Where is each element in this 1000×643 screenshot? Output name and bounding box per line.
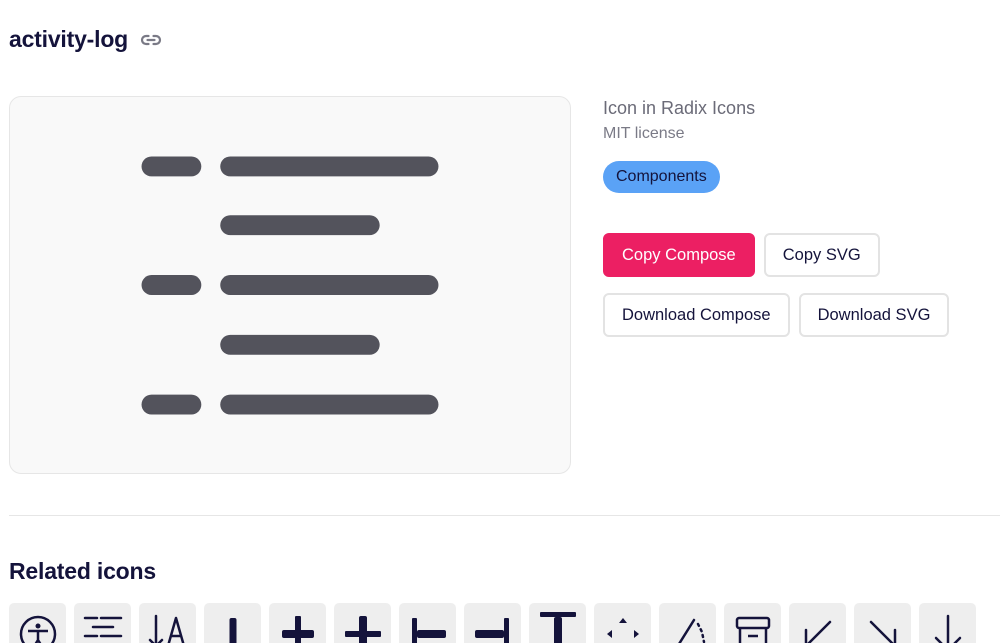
- download-compose-button[interactable]: Download Compose: [603, 293, 790, 337]
- related-tile-angle[interactable]: [659, 603, 716, 643]
- align-top-icon: [539, 612, 576, 643]
- letter-case-toggle-icon: [148, 614, 184, 643]
- icon-info: Icon in Radix Icons MIT license Componen…: [603, 98, 1000, 337]
- related-tile-arrow-bottom-right[interactable]: [854, 603, 911, 643]
- related-tile-align-right[interactable]: [464, 603, 521, 643]
- link-icon[interactable]: [138, 27, 164, 53]
- related-icons-title: Related icons: [9, 558, 156, 584]
- related-tile-archive[interactable]: [724, 603, 781, 643]
- align-right-icon: [474, 618, 509, 643]
- activity-log-icon: [141, 156, 439, 415]
- related-tile-align-bottom[interactable]: [204, 603, 261, 643]
- related-tile-accessibility[interactable]: [9, 603, 66, 643]
- related-tile-align-left[interactable]: [399, 603, 456, 643]
- related-tile-align-top[interactable]: [529, 603, 586, 643]
- copy-svg-button[interactable]: Copy SVG: [763, 233, 880, 277]
- related-tile-arrow-bottom-left[interactable]: [789, 603, 846, 643]
- related-tile-letter-case[interactable]: [139, 603, 196, 643]
- related-tile-align-center[interactable]: [74, 603, 131, 643]
- arrow-down-icon: [934, 614, 961, 643]
- related-tile-align-center-vertically[interactable]: [334, 603, 391, 643]
- icon-source: Icon in Radix Icons: [603, 98, 756, 118]
- align-center-icon: [83, 616, 122, 638]
- arrow-bottom-left-icon: [804, 620, 831, 643]
- license-label: MIT license: [603, 125, 685, 142]
- related-tile-all-sides[interactable]: [594, 603, 651, 643]
- align-center-horizontally-icon: [281, 616, 314, 643]
- align-bottom-icon: [229, 618, 236, 643]
- download-svg-button[interactable]: Download SVG: [798, 293, 950, 337]
- download-actions: Download Compose Download SVG: [603, 293, 1000, 337]
- accessibility-icon: [19, 615, 56, 643]
- angle-icon: [677, 618, 705, 643]
- align-left-icon: [411, 618, 446, 643]
- arrow-bottom-right-icon: [869, 620, 896, 643]
- copy-compose-button[interactable]: Copy Compose: [603, 233, 755, 277]
- category-tag[interactable]: Components: [603, 161, 720, 193]
- all-sides-icon: [606, 618, 639, 638]
- page-title: activity-log: [9, 26, 129, 52]
- related-tile-arrow-down[interactable]: [919, 603, 976, 643]
- title-row: activity-log: [9, 26, 164, 53]
- section-divider: [9, 515, 1000, 516]
- copy-actions: Copy Compose Copy SVG: [603, 233, 1000, 277]
- align-center-vertically-icon: [344, 616, 381, 643]
- related-tile-align-center-horizontally[interactable]: [269, 603, 326, 643]
- archive-icon: [735, 616, 770, 643]
- related-icons-grid: [9, 603, 976, 643]
- icon-preview: [9, 96, 571, 474]
